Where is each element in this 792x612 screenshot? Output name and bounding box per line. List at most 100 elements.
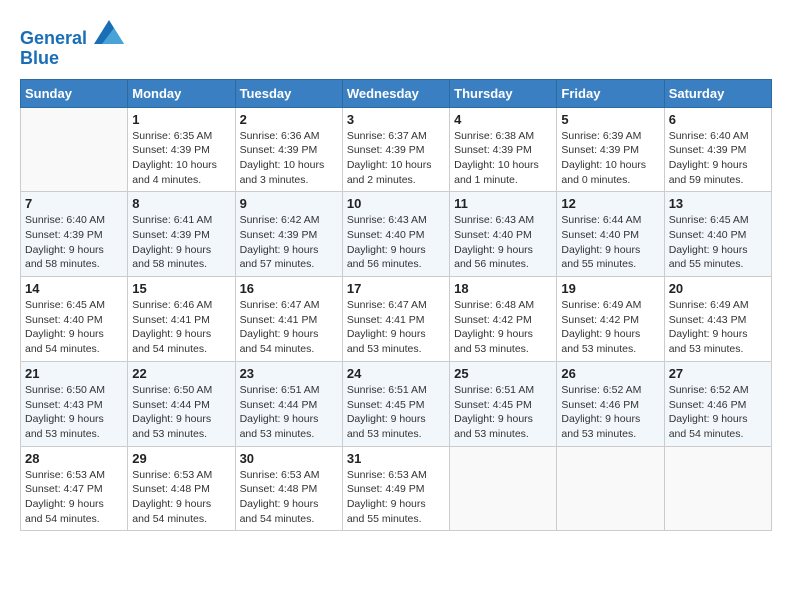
day-number: 18 xyxy=(454,281,552,296)
calendar-cell: 7Sunrise: 6:40 AMSunset: 4:39 PMDaylight… xyxy=(21,192,128,277)
calendar-cell xyxy=(664,446,771,531)
calendar-cell: 15 Sunrise: 6:46 AMSunset: 4:41 PMDayligh… xyxy=(128,277,235,362)
page-header: General Blue xyxy=(20,20,772,69)
day-number: 16 xyxy=(240,281,338,296)
header-row: SundayMondayTuesdayWednesdayThursdayFrid… xyxy=(21,79,772,107)
day-info: Sunrise: 6:49 AMSunset: 4:42 PMDaylight:… xyxy=(561,298,659,357)
day-info: Sunrise: 6:51 AMSunset: 4:45 PMDaylight:… xyxy=(347,383,445,442)
calendar-cell: 6 Sunrise: 6:40 AMSunset: 4:39 PMDaylight… xyxy=(664,107,771,192)
calendar-cell: 2 Sunrise: 6:36 AMSunset: 4:39 PMDaylight… xyxy=(235,107,342,192)
day-number: 29 xyxy=(132,451,230,466)
day-info: Sunrise: 6:51 AMSunset: 4:45 PMDaylight:… xyxy=(454,383,552,442)
calendar-week-5: 28Sunrise: 6:53 AMSunset: 4:47 PMDayligh… xyxy=(21,446,772,531)
calendar-cell: 29 Sunrise: 6:53 AMSunset: 4:48 PMDayligh… xyxy=(128,446,235,531)
day-number: 10 xyxy=(347,196,445,211)
day-info: Sunrise: 6:40 AMSunset: 4:39 PMDaylight:… xyxy=(669,129,767,188)
day-number: 17 xyxy=(347,281,445,296)
day-info: Sunrise: 6:47 AMSunset: 4:41 PMDaylight:… xyxy=(240,298,338,357)
calendar-cell: 11 Sunrise: 6:43 AMSunset: 4:40 PMDayligh… xyxy=(450,192,557,277)
day-number: 21 xyxy=(25,366,123,381)
day-info: Sunrise: 6:44 AMSunset: 4:40 PMDaylight:… xyxy=(561,213,659,272)
day-number: 25 xyxy=(454,366,552,381)
calendar-cell xyxy=(21,107,128,192)
logo-icon xyxy=(94,20,124,44)
day-number: 3 xyxy=(347,112,445,127)
calendar-cell: 1Sunrise: 6:35 AMSunset: 4:39 PMDaylight… xyxy=(128,107,235,192)
calendar-cell: 24Sunrise: 6:51 AMSunset: 4:45 PMDayligh… xyxy=(342,361,449,446)
logo: General Blue xyxy=(20,20,124,69)
day-info: Sunrise: 6:48 AMSunset: 4:42 PMDaylight:… xyxy=(454,298,552,357)
calendar-cell: 3 Sunrise: 6:37 AMSunset: 4:39 PMDaylight… xyxy=(342,107,449,192)
weekday-header-thursday: Thursday xyxy=(450,79,557,107)
day-number: 5 xyxy=(561,112,659,127)
weekday-header-saturday: Saturday xyxy=(664,79,771,107)
calendar-cell: 17 Sunrise: 6:47 AMSunset: 4:41 PMDayligh… xyxy=(342,277,449,362)
day-info: Sunrise: 6:40 AMSunset: 4:39 PMDaylight:… xyxy=(25,213,123,272)
weekday-header-monday: Monday xyxy=(128,79,235,107)
day-number: 31 xyxy=(347,451,445,466)
day-number: 11 xyxy=(454,196,552,211)
day-info: Sunrise: 6:41 AMSunset: 4:39 PMDaylight:… xyxy=(132,213,230,272)
day-info: Sunrise: 6:53 AMSunset: 4:49 PMDaylight:… xyxy=(347,468,445,527)
calendar-cell: 27 Sunrise: 6:52 AMSunset: 4:46 PMDayligh… xyxy=(664,361,771,446)
calendar-cell: 25 Sunrise: 6:51 AMSunset: 4:45 PMDayligh… xyxy=(450,361,557,446)
day-number: 27 xyxy=(669,366,767,381)
day-info: Sunrise: 6:50 AMSunset: 4:44 PMDaylight:… xyxy=(132,383,230,442)
calendar-week-2: 7Sunrise: 6:40 AMSunset: 4:39 PMDaylight… xyxy=(21,192,772,277)
calendar-cell: 31 Sunrise: 6:53 AMSunset: 4:49 PMDayligh… xyxy=(342,446,449,531)
day-info: Sunrise: 6:45 AMSunset: 4:40 PMDaylight:… xyxy=(25,298,123,357)
day-info: Sunrise: 6:45 AMSunset: 4:40 PMDaylight:… xyxy=(669,213,767,272)
logo-text: General xyxy=(20,20,124,49)
calendar-cell xyxy=(450,446,557,531)
day-info: Sunrise: 6:51 AMSunset: 4:44 PMDaylight:… xyxy=(240,383,338,442)
day-info: Sunrise: 6:36 AMSunset: 4:39 PMDaylight:… xyxy=(240,129,338,188)
weekday-header-tuesday: Tuesday xyxy=(235,79,342,107)
calendar-week-1: 1Sunrise: 6:35 AMSunset: 4:39 PMDaylight… xyxy=(21,107,772,192)
day-info: Sunrise: 6:46 AMSunset: 4:41 PMDaylight:… xyxy=(132,298,230,357)
calendar-cell: 13 Sunrise: 6:45 AMSunset: 4:40 PMDayligh… xyxy=(664,192,771,277)
day-info: Sunrise: 6:42 AMSunset: 4:39 PMDaylight:… xyxy=(240,213,338,272)
calendar-cell: 18 Sunrise: 6:48 AMSunset: 4:42 PMDayligh… xyxy=(450,277,557,362)
day-number: 2 xyxy=(240,112,338,127)
day-info: Sunrise: 6:53 AMSunset: 4:48 PMDaylight:… xyxy=(132,468,230,527)
day-number: 23 xyxy=(240,366,338,381)
day-info: Sunrise: 6:39 AMSunset: 4:39 PMDaylight:… xyxy=(561,129,659,188)
calendar-cell: 30 Sunrise: 6:53 AMSunset: 4:48 PMDayligh… xyxy=(235,446,342,531)
calendar-cell: 19 Sunrise: 6:49 AMSunset: 4:42 PMDayligh… xyxy=(557,277,664,362)
day-number: 15 xyxy=(132,281,230,296)
day-number: 28 xyxy=(25,451,123,466)
day-number: 8 xyxy=(132,196,230,211)
calendar-body: 1Sunrise: 6:35 AMSunset: 4:39 PMDaylight… xyxy=(21,107,772,531)
day-info: Sunrise: 6:49 AMSunset: 4:43 PMDaylight:… xyxy=(669,298,767,357)
day-number: 6 xyxy=(669,112,767,127)
calendar-cell: 23 Sunrise: 6:51 AMSunset: 4:44 PMDayligh… xyxy=(235,361,342,446)
calendar-cell: 21 Sunrise: 6:50 AMSunset: 4:43 PMDayligh… xyxy=(21,361,128,446)
weekday-header-wednesday: Wednesday xyxy=(342,79,449,107)
day-info: Sunrise: 6:37 AMSunset: 4:39 PMDaylight:… xyxy=(347,129,445,188)
day-number: 13 xyxy=(669,196,767,211)
calendar-cell: 26Sunrise: 6:52 AMSunset: 4:46 PMDayligh… xyxy=(557,361,664,446)
calendar-cell: 10Sunrise: 6:43 AMSunset: 4:40 PMDayligh… xyxy=(342,192,449,277)
day-info: Sunrise: 6:50 AMSunset: 4:43 PMDaylight:… xyxy=(25,383,123,442)
day-number: 4 xyxy=(454,112,552,127)
calendar-cell: 8 Sunrise: 6:41 AMSunset: 4:39 PMDaylight… xyxy=(128,192,235,277)
day-number: 19 xyxy=(561,281,659,296)
day-number: 12 xyxy=(561,196,659,211)
calendar-header: SundayMondayTuesdayWednesdayThursdayFrid… xyxy=(21,79,772,107)
day-info: Sunrise: 6:35 AMSunset: 4:39 PMDaylight:… xyxy=(132,129,230,188)
weekday-header-sunday: Sunday xyxy=(21,79,128,107)
day-info: Sunrise: 6:43 AMSunset: 4:40 PMDaylight:… xyxy=(454,213,552,272)
calendar-cell xyxy=(557,446,664,531)
calendar-cell: 16 Sunrise: 6:47 AMSunset: 4:41 PMDayligh… xyxy=(235,277,342,362)
day-number: 22 xyxy=(132,366,230,381)
weekday-header-friday: Friday xyxy=(557,79,664,107)
logo-blue-text: Blue xyxy=(20,49,124,69)
day-info: Sunrise: 6:52 AMSunset: 4:46 PMDaylight:… xyxy=(669,383,767,442)
day-number: 30 xyxy=(240,451,338,466)
day-info: Sunrise: 6:47 AMSunset: 4:41 PMDaylight:… xyxy=(347,298,445,357)
calendar-cell: 4Sunrise: 6:38 AMSunset: 4:39 PMDaylight… xyxy=(450,107,557,192)
day-info: Sunrise: 6:52 AMSunset: 4:46 PMDaylight:… xyxy=(561,383,659,442)
calendar-table: SundayMondayTuesdayWednesdayThursdayFrid… xyxy=(20,79,772,532)
day-info: Sunrise: 6:53 AMSunset: 4:48 PMDaylight:… xyxy=(240,468,338,527)
day-number: 14 xyxy=(25,281,123,296)
